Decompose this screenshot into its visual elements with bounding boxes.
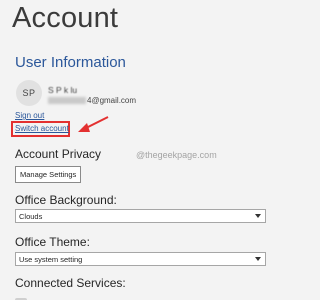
watermark: @thegeekpage.com (136, 150, 217, 160)
account-page: Account User Information SP S P k lu 4@g… (0, 0, 276, 300)
office-theme-select[interactable]: Use system setting (15, 252, 266, 266)
user-email: 4@gmail.com (48, 96, 136, 105)
office-background-select[interactable]: Clouds (15, 209, 266, 223)
office-theme-heading: Office Theme: (15, 235, 90, 249)
manage-settings-button[interactable]: Manage Settings (15, 166, 82, 183)
avatar: SP (16, 80, 42, 106)
user-email-text: 4@gmail.com (87, 96, 137, 105)
connected-services-heading: Connected Services: (15, 276, 126, 290)
switch-account-link[interactable]: Switch account (15, 124, 69, 133)
page-title: Account (12, 2, 119, 34)
chevron-down-icon (255, 257, 261, 261)
user-name: S P k lu (48, 85, 78, 95)
office-background-heading: Office Background: (15, 193, 117, 207)
sign-out-link[interactable]: Sign out (15, 111, 44, 120)
office-theme-value: Use system setting (19, 254, 83, 264)
user-information-heading: User Information (15, 54, 126, 71)
arrow-pointer-icon (78, 116, 109, 132)
email-redaction (48, 97, 86, 105)
avatar-initials: SP (22, 88, 36, 98)
chevron-down-icon (255, 214, 261, 218)
office-background-value: Clouds (19, 211, 43, 221)
account-privacy-heading: Account Privacy (15, 147, 102, 161)
connected-service-item (15, 295, 125, 300)
